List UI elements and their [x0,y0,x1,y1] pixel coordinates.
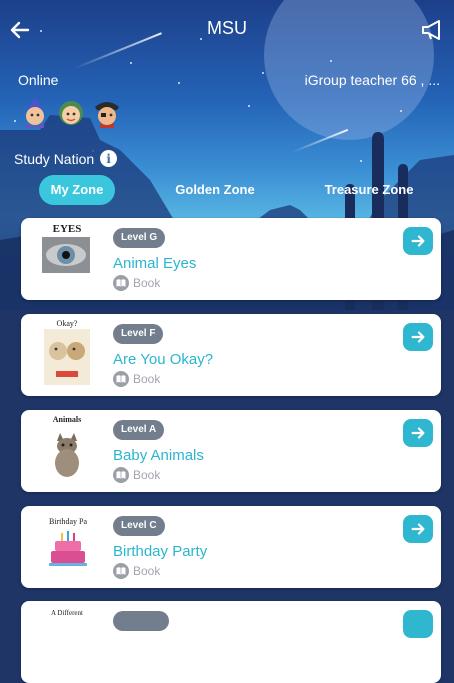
book-type: Book [113,563,160,579]
megaphone-icon[interactable] [420,18,446,42]
book-cover: Animals [40,415,94,485]
book-cover: EYES [40,223,94,293]
book-type-label: Book [133,468,161,482]
book-type-label: Book [133,276,161,290]
book-title[interactable]: Are You Okay? [113,351,213,368]
book-type-label: Book [133,564,161,578]
book-type: Book [113,467,160,483]
wizard-avatar[interactable] [20,96,50,128]
level-badge: Level A [113,420,165,440]
kitten-image [55,433,79,477]
page-title: MSU [207,18,247,38]
study-nation: Study Nation i [14,150,118,167]
book-title[interactable]: Birthday Party [113,543,207,560]
tab-treasure-zone[interactable]: Treasure Zone [318,175,420,205]
teacher-name[interactable]: iGroup teacher 66 , ... [305,72,440,88]
cake-image [49,531,87,566]
book-icon [113,371,129,387]
book-type: Book [113,275,160,291]
book-title[interactable]: Baby Animals [113,447,204,464]
book-icon [113,563,129,579]
book-icon [113,275,129,291]
level-badge: Level G [113,228,166,248]
book-title[interactable]: Animal Eyes [113,255,196,272]
book-card[interactable]: Okay? Level F Are You Okay? Book [21,314,441,396]
book-cover: Okay? [40,319,94,389]
zone-tabs: My Zone Golden Zone Treasure Zone [0,175,454,207]
tab-golden-zone[interactable]: Golden Zone [168,175,262,205]
eye-image [42,237,90,273]
top-bar: MSU [0,0,454,56]
study-nation-label: Study Nation [14,150,95,167]
girl-avatar[interactable] [56,96,86,128]
arrow-right-icon[interactable] [403,227,433,255]
book-type: Book [113,371,160,387]
level-badge [113,611,169,631]
book-type-label: Book [133,372,161,386]
book-icon [113,467,129,483]
book-card[interactable]: A Different [21,601,441,683]
book-cover: A Different [40,606,94,676]
arrow-right-icon[interactable] [403,323,433,351]
tab-my-zone[interactable]: My Zone [39,175,115,205]
online-avatars [20,96,122,130]
online-label: Online [18,72,59,88]
arrow-right-icon[interactable] [403,515,433,543]
level-badge: Level F [113,324,164,344]
level-badge: Level C [113,516,165,536]
book-card[interactable]: Birthday Pa Level C Birthday Party Book [21,506,441,588]
cover-title: A Different [51,609,83,617]
info-icon[interactable]: i [100,150,118,167]
pirate-avatar[interactable] [92,96,122,128]
book-card[interactable]: EYES Level G Animal Eyes Book [21,218,441,300]
puppies-image [44,329,90,385]
book-cover: Birthday Pa [35,511,101,581]
arrow-right-icon[interactable] [403,419,433,447]
arrow-right-icon[interactable] [403,610,433,638]
book-card[interactable]: Animals Level A Baby Animals Book [21,410,441,492]
